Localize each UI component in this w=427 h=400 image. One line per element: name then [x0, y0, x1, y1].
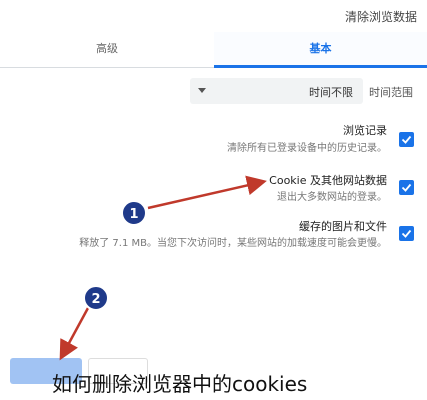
annotation-badge-1: 1 [121, 200, 147, 226]
caption-text: 如何删除浏览器中的cookies [52, 372, 308, 396]
annotation-overlay: 1 2 [59, 175, 267, 361]
screenshot: 清除浏览数据 高级 基本 时间不限 时间范围 浏览记录 清除所有已登录设备中的历… [0, 0, 427, 400]
annotation-badge-2: 2 [83, 285, 109, 311]
svg-text:2: 2 [91, 292, 100, 307]
annotation-arrow-2 [59, 307, 90, 361]
annotation-arrow-1 [147, 175, 267, 210]
svg-text:1: 1 [129, 207, 138, 222]
